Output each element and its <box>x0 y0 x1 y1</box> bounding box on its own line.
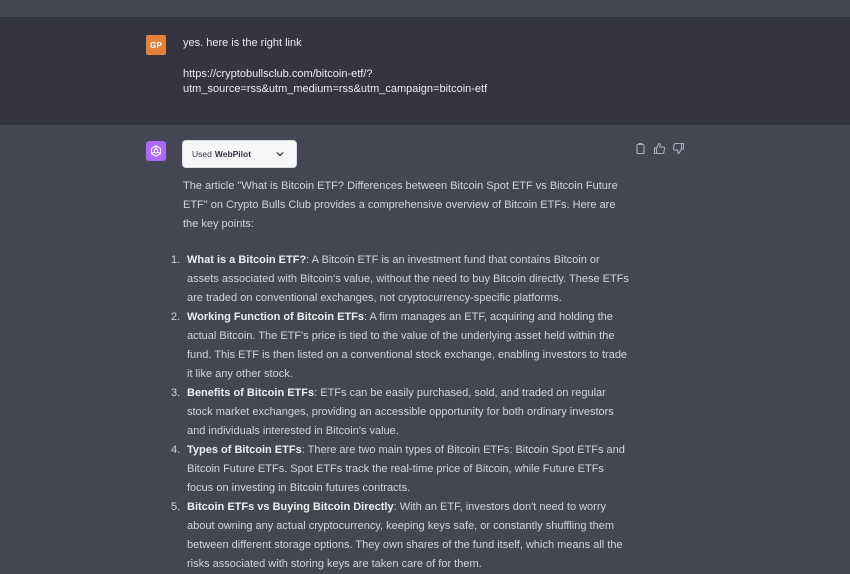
list-item: 3. Benefits of Bitcoin ETFs: ETFs can be … <box>171 384 633 441</box>
list-item: 5. Bitcoin ETFs vs Buying Bitcoin Directl… <box>171 498 633 574</box>
point-title: Benefits of Bitcoin ETFs <box>187 387 315 399</box>
list-number: 4. <box>171 444 181 456</box>
point-title: Types of Bitcoin ETFs <box>187 444 302 456</box>
point-title: Bitcoin ETFs vs Buying Bitcoin Directly <box>187 501 394 513</box>
copy-icon[interactable] <box>634 142 647 155</box>
list-item: 1. What is a Bitcoin ETF?: A Bitcoin ETF … <box>171 251 633 308</box>
plugin-used-label: Used <box>192 149 212 159</box>
user-message-text: yes. here is the right link https://cryp… <box>183 36 643 97</box>
plugin-name: WebPilot <box>214 149 252 159</box>
point-title: Working Function of Bitcoin ETFs <box>187 311 365 323</box>
list-item: 4. Types of Bitcoin ETFs: There are two m… <box>171 441 633 498</box>
user-avatar: GP <box>146 35 166 55</box>
top-strip <box>0 0 850 17</box>
list-number: 1. <box>171 254 181 266</box>
user-message-link: https://cryptobullsclub.com/bitcoin-etf/… <box>183 68 373 80</box>
list-number: 3. <box>171 387 181 399</box>
list-number: 2. <box>171 311 181 323</box>
user-message-link-continued: utm_source=rss&utm_medium=rss&utm_campai… <box>183 83 488 95</box>
thumbs-down-icon[interactable] <box>672 142 685 155</box>
list-item: 2. Working Function of Bitcoin ETFs: A fi… <box>171 308 633 384</box>
list-number: 5. <box>171 501 181 513</box>
openai-logo-icon <box>150 145 162 157</box>
chatgpt-avatar <box>146 141 166 161</box>
user-message-line: yes. here is the right link <box>183 37 302 49</box>
point-title: What is a Bitcoin ETF? <box>187 254 307 266</box>
assistant-reply: The article "What is Bitcoin ETF? Differ… <box>171 177 633 574</box>
plugin-used-dropdown[interactable]: Used WebPilot <box>182 140 297 168</box>
chevron-down-icon <box>276 152 284 157</box>
reply-intro: The article "What is Bitcoin ETF? Differ… <box>183 180 618 230</box>
message-actions <box>634 142 685 155</box>
thumbs-up-icon[interactable] <box>653 142 666 155</box>
key-points-list: 1. What is a Bitcoin ETF?: A Bitcoin ETF … <box>171 251 633 574</box>
